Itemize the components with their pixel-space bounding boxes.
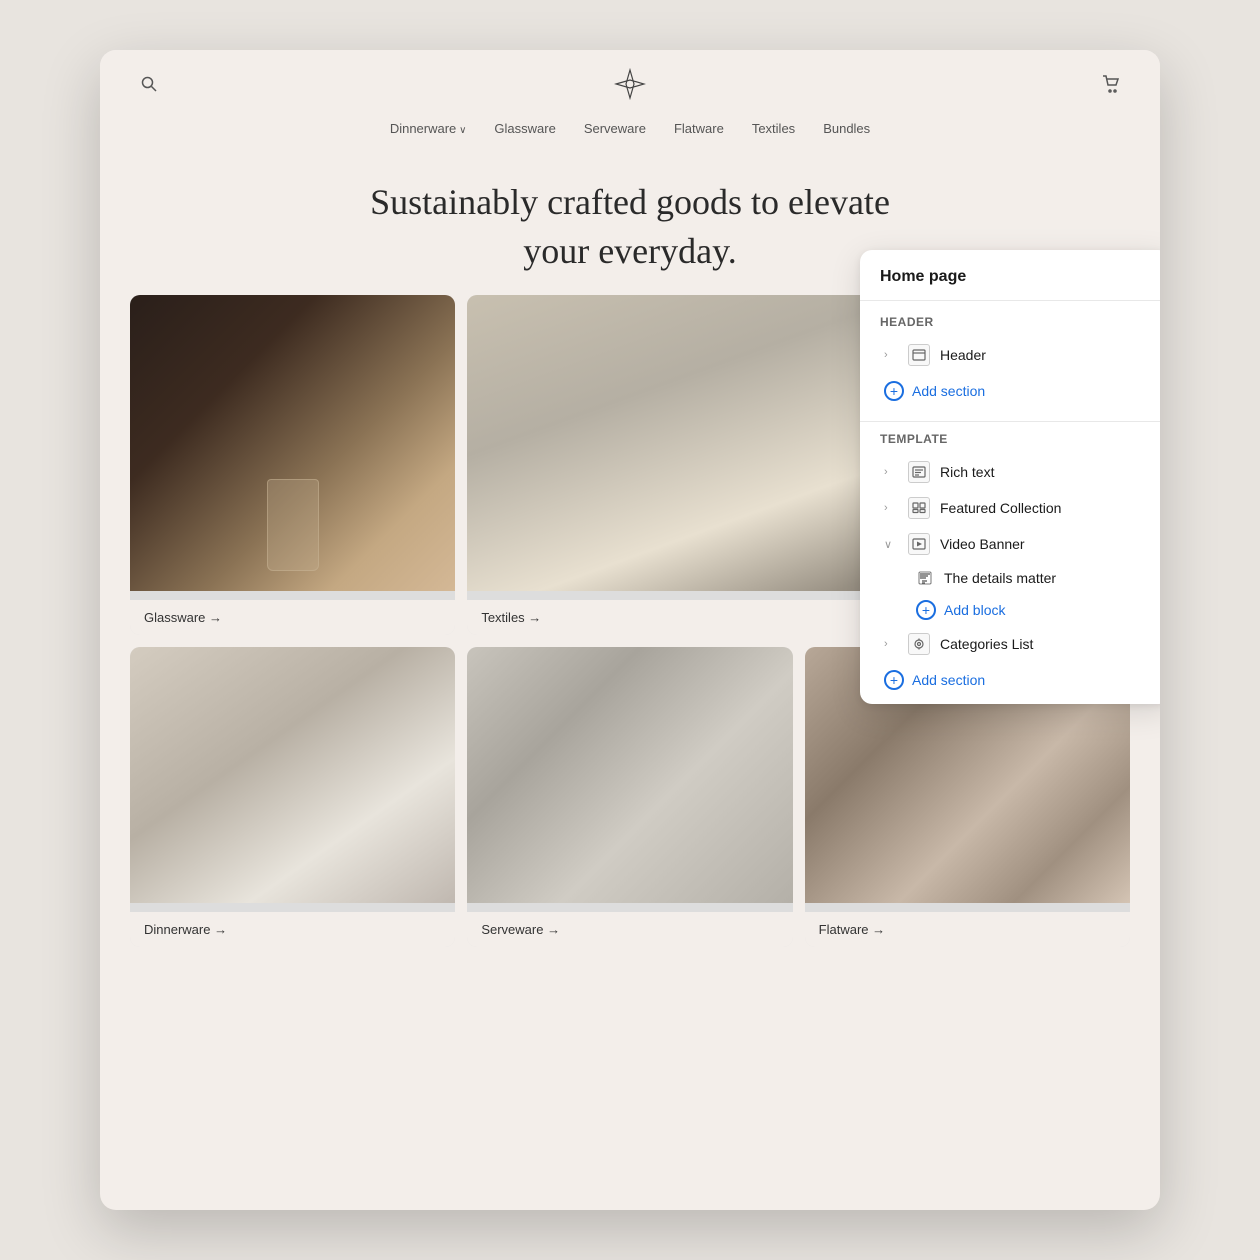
featured-collection-item[interactable]: › Featured Collection <box>880 490 1150 526</box>
chevron-right-featured-icon: › <box>884 502 898 514</box>
product-card-glassware[interactable]: Glassware → <box>130 295 455 635</box>
card-label-serveware: Serveware → <box>467 912 792 947</box>
nav-textiles[interactable]: Textiles <box>752 121 795 136</box>
rich-text-label: Rich text <box>940 464 1146 480</box>
featured-section-icon <box>908 497 930 519</box>
card-label-glassware: Glassware → <box>130 600 455 635</box>
featured-collection-label: Featured Collection <box>940 500 1146 516</box>
panel-divider-1 <box>860 421 1160 422</box>
video-banner-item[interactable]: ∨ Video Banner <box>880 526 1150 562</box>
header-section-title: Header <box>880 315 1150 329</box>
add-section-label-2: Add section <box>912 672 985 688</box>
right-panel: Home page Header › Header + Add section <box>860 250 1160 704</box>
store-navigation: Dinnerware Glassware Serveware Flatware … <box>390 121 870 136</box>
product-card-dinnerware[interactable]: Dinnerware → <box>130 647 455 947</box>
add-section-button-2[interactable]: + Add section <box>880 662 1150 698</box>
cart-icon[interactable] <box>1102 75 1120 98</box>
panel-header-section: Header › Header + Add section <box>860 301 1160 417</box>
chevron-right-icon: › <box>884 349 898 361</box>
add-section-icon-1: + <box>884 381 904 401</box>
add-block-button[interactable]: + Add block <box>880 594 1150 626</box>
header-icons-row <box>140 68 1120 105</box>
panel-title: Home page <box>880 268 1150 286</box>
rich-text-item[interactable]: › Rich text <box>880 454 1150 490</box>
nav-flatware[interactable]: Flatware <box>674 121 724 136</box>
video-banner-label: Video Banner <box>940 536 1146 552</box>
video-section-icon <box>908 533 930 555</box>
nav-dinnerware[interactable]: Dinnerware <box>390 121 467 136</box>
add-section-icon-2: + <box>884 670 904 690</box>
add-block-label: Add block <box>944 602 1005 618</box>
details-matter-item[interactable]: The details matter <box>880 562 1150 594</box>
add-section-button-1[interactable]: + Add section <box>880 373 1150 409</box>
nav-bundles[interactable]: Bundles <box>823 121 870 136</box>
header-item-label: Header <box>940 347 1146 363</box>
categories-section-icon <box>908 633 930 655</box>
text-block-icon <box>916 569 934 587</box>
details-matter-label: The details matter <box>944 570 1146 586</box>
chevron-down-video-icon: ∨ <box>884 538 898 551</box>
add-block-icon: + <box>916 600 936 620</box>
card-label-dinnerware: Dinnerware → <box>130 912 455 947</box>
categories-list-label: Categories List <box>940 636 1146 652</box>
nav-serveware[interactable]: Serveware <box>584 121 646 136</box>
nav-glassware[interactable]: Glassware <box>494 121 555 136</box>
panel-header: Home page <box>860 250 1160 301</box>
product-card-serveware[interactable]: Serveware → <box>467 647 792 947</box>
browser-window: Dinnerware Glassware Serveware Flatware … <box>100 50 1160 1210</box>
header-item[interactable]: › Header <box>880 337 1150 373</box>
categories-list-item[interactable]: › Categories List <box>880 626 1150 662</box>
chevron-right-categories-icon: › <box>884 638 898 650</box>
chevron-right-richtext-icon: › <box>884 466 898 478</box>
store-logo <box>614 68 646 105</box>
richtext-section-icon <box>908 461 930 483</box>
template-section-title: Template <box>880 432 1150 446</box>
panel-template-section: Template › Rich text › <box>860 426 1160 704</box>
add-section-label-1: Add section <box>912 383 985 399</box>
search-icon[interactable] <box>140 75 158 98</box>
card-label-flatware: Flatware → <box>805 912 1130 947</box>
header-section-icon <box>908 344 930 366</box>
store-header: Dinnerware Glassware Serveware Flatware … <box>100 50 1160 148</box>
